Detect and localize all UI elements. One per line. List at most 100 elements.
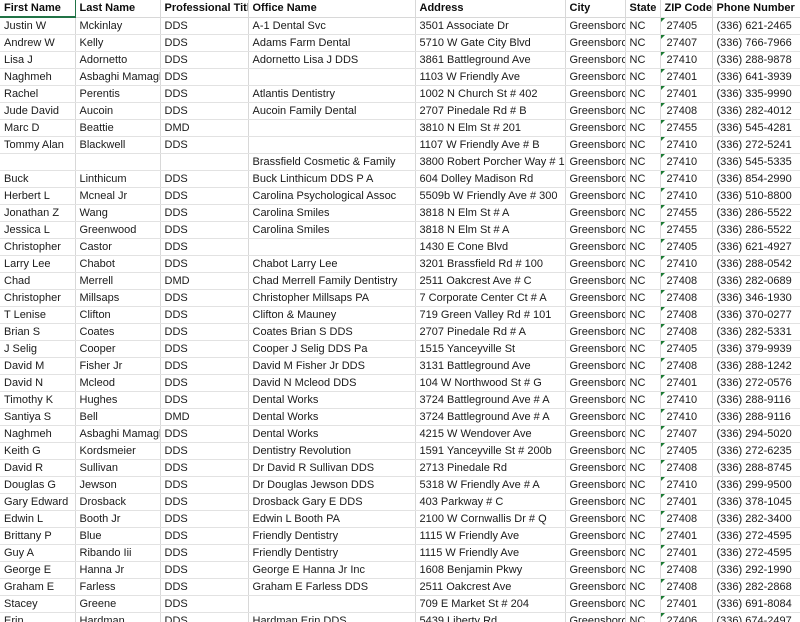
cell-phone-number[interactable]: (336) 545-4281	[712, 119, 800, 137]
cell-first-name[interactable]: Guy A	[0, 544, 76, 562]
cell-city[interactable]: Greensboro	[565, 119, 626, 137]
cell-address[interactable]: 3724 Battleground Ave # A	[415, 391, 566, 409]
cell-office-name[interactable]: Friendly Dentistry	[248, 527, 416, 545]
cell-phone-number[interactable]: (336) 621-2465	[712, 17, 800, 35]
cell-last-name[interactable]: Drosback	[75, 493, 161, 511]
cell-address[interactable]: 2511 Oakcrest Ave # C	[415, 272, 566, 290]
cell-first-name[interactable]: David M	[0, 357, 76, 375]
cell-professional-title[interactable]: DDS	[160, 527, 249, 545]
cell-state[interactable]: NC	[625, 51, 661, 69]
cell-phone-number[interactable]: (336) 288-1242	[712, 357, 800, 375]
table-row[interactable]: Timothy K Hughes DDS Dental Works 3724 Battl…	[0, 391, 800, 409]
cell-address[interactable]: 3131 Battleground Ave	[415, 357, 566, 375]
cell-professional-title[interactable]: DDS	[160, 357, 249, 375]
cell-office-name[interactable]: Dr David R Sullivan DDS	[248, 459, 416, 477]
cell-phone-number[interactable]: (336) 282-0689	[712, 272, 800, 290]
cell-zip-code[interactable]: 27401	[660, 68, 713, 86]
cell-first-name[interactable]	[0, 153, 76, 171]
cell-address[interactable]: 719 Green Valley Rd # 101	[415, 306, 566, 324]
cell-phone-number[interactable]: (336) 288-9116	[712, 408, 800, 426]
cell-phone-number[interactable]: (336) 272-6235	[712, 442, 800, 460]
table-row[interactable]: Christopher Millsaps DDS Christopher Millsa…	[0, 289, 800, 307]
cell-first-name[interactable]: Santiya S	[0, 408, 76, 426]
cell-city[interactable]: Greensboro	[565, 510, 626, 528]
cell-city[interactable]: Greensboro	[565, 527, 626, 545]
cell-last-name[interactable]: Sullivan	[75, 459, 161, 477]
column-header-last-name[interactable]: Last Name	[75, 0, 161, 18]
cell-first-name[interactable]: Timothy K	[0, 391, 76, 409]
table-row[interactable]: Graham E Farless DDS Graham E Farless DDS 25…	[0, 578, 800, 596]
cell-first-name[interactable]: Douglas G	[0, 476, 76, 494]
cell-office-name[interactable]: Chad Merrell Family Dentistry	[248, 272, 416, 290]
cell-phone-number[interactable]: (336) 286-5522	[712, 204, 800, 222]
cell-state[interactable]: NC	[625, 425, 661, 443]
cell-office-name[interactable]: Dental Works	[248, 408, 416, 426]
cell-first-name[interactable]: Rachel	[0, 85, 76, 103]
cell-office-name[interactable]: Chabot Larry Lee	[248, 255, 416, 273]
table-row[interactable]: T Lenise Clifton DDS Clifton & Mauney 719 Gr…	[0, 306, 800, 324]
cell-phone-number[interactable]: (336) 346-1930	[712, 289, 800, 307]
cell-first-name[interactable]: David R	[0, 459, 76, 477]
cell-zip-code[interactable]: 27408	[660, 561, 713, 579]
cell-zip-code[interactable]: 27410	[660, 391, 713, 409]
cell-zip-code[interactable]: 27408	[660, 102, 713, 120]
cell-professional-title[interactable]: DDS	[160, 391, 249, 409]
cell-zip-code[interactable]: 27408	[660, 459, 713, 477]
cell-city[interactable]: Greensboro	[565, 323, 626, 341]
cell-professional-title[interactable]: DDS	[160, 612, 249, 622]
cell-last-name[interactable]: Chabot	[75, 255, 161, 273]
cell-address[interactable]: 3201 Brassfield Rd # 100	[415, 255, 566, 273]
cell-first-name[interactable]: Brian S	[0, 323, 76, 341]
cell-office-name[interactable]: Clifton & Mauney	[248, 306, 416, 324]
cell-state[interactable]: NC	[625, 578, 661, 596]
cell-city[interactable]: Greensboro	[565, 493, 626, 511]
spreadsheet-grid[interactable]: First Name Last Name Professional Title Off…	[0, 0, 800, 622]
cell-office-name[interactable]: Dentistry Revolution	[248, 442, 416, 460]
cell-last-name[interactable]: Mckinlay	[75, 17, 161, 35]
cell-address[interactable]: 2707 Pinedale Rd # B	[415, 102, 566, 120]
cell-office-name[interactable]: Hardman Erin DDS	[248, 612, 416, 622]
column-header-zip-code[interactable]: ZIP Code	[660, 0, 713, 18]
cell-zip-code[interactable]: 27408	[660, 357, 713, 375]
cell-last-name[interactable]: Farless	[75, 578, 161, 596]
cell-state[interactable]: NC	[625, 68, 661, 86]
cell-address[interactable]: 3810 N Elm St # 201	[415, 119, 566, 137]
cell-last-name[interactable]: Perentis	[75, 85, 161, 103]
cell-zip-code[interactable]: 27408	[660, 578, 713, 596]
cell-city[interactable]: Greensboro	[565, 425, 626, 443]
cell-state[interactable]: NC	[625, 391, 661, 409]
cell-address[interactable]: 1515 Yanceyville St	[415, 340, 566, 358]
cell-professional-title[interactable]: DDS	[160, 459, 249, 477]
cell-state[interactable]: NC	[625, 595, 661, 613]
cell-phone-number[interactable]: (336) 691-8084	[712, 595, 800, 613]
table-row[interactable]: Andrew W Kelly DDS Adams Farm Dental 5710 W …	[0, 34, 800, 52]
table-row[interactable]: David M Fisher Jr DDS David M Fisher Jr DDS…	[0, 357, 800, 375]
cell-city[interactable]: Greensboro	[565, 153, 626, 171]
cell-office-name[interactable]: Edwin L Booth PA	[248, 510, 416, 528]
cell-office-name[interactable]: Christopher Millsaps PA	[248, 289, 416, 307]
table-row[interactable]: Justin W Mckinlay DDS A-1 Dental Svc 3501 As…	[0, 17, 800, 35]
cell-state[interactable]: NC	[625, 221, 661, 239]
cell-address[interactable]: 4215 W Wendover Ave	[415, 425, 566, 443]
cell-address[interactable]: 3501 Associate Dr	[415, 17, 566, 35]
column-header-address[interactable]: Address	[415, 0, 566, 18]
table-row[interactable]: J Selig Cooper DDS Cooper J Selig DDS Pa 151…	[0, 340, 800, 358]
cell-last-name[interactable]: Fisher Jr	[75, 357, 161, 375]
cell-office-name[interactable]: Adams Farm Dental	[248, 34, 416, 52]
column-header-professional-title[interactable]: Professional Title	[160, 0, 249, 18]
cell-zip-code[interactable]: 27455	[660, 221, 713, 239]
cell-professional-title[interactable]: DDS	[160, 68, 249, 86]
cell-last-name[interactable]: Kelly	[75, 34, 161, 52]
cell-last-name[interactable]: Booth Jr	[75, 510, 161, 528]
cell-address[interactable]: 2100 W Cornwallis Dr # Q	[415, 510, 566, 528]
cell-city[interactable]: Greensboro	[565, 357, 626, 375]
cell-professional-title[interactable]: DDS	[160, 340, 249, 358]
cell-professional-title[interactable]: DDS	[160, 34, 249, 52]
cell-last-name[interactable]: Millsaps	[75, 289, 161, 307]
cell-address[interactable]: 709 E Market St # 204	[415, 595, 566, 613]
cell-first-name[interactable]: David N	[0, 374, 76, 392]
cell-state[interactable]: NC	[625, 306, 661, 324]
cell-city[interactable]: Greensboro	[565, 578, 626, 596]
column-header-office-name[interactable]: Office Name	[248, 0, 416, 18]
cell-state[interactable]: NC	[625, 136, 661, 154]
